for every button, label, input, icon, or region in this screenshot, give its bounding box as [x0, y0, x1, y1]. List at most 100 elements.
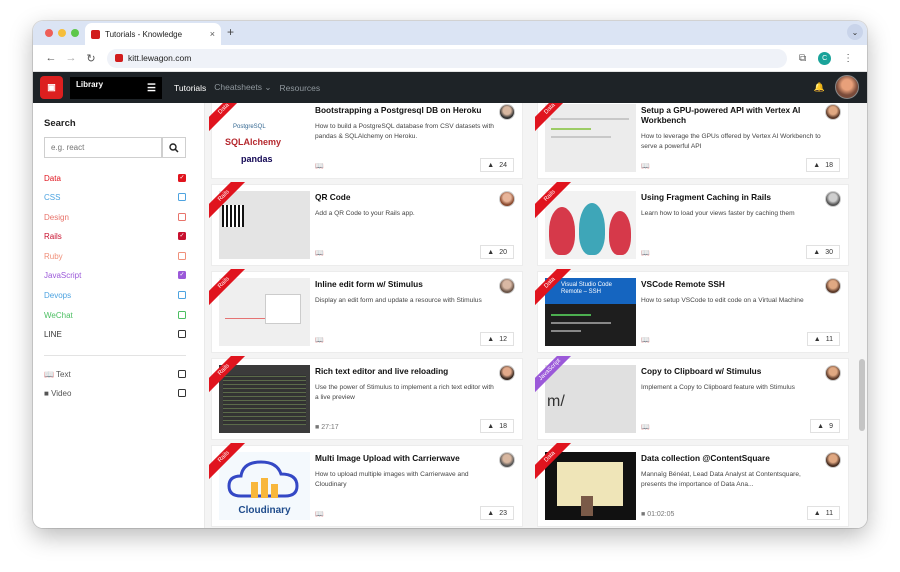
author-avatar[interactable]: [499, 452, 515, 468]
filter-video-media[interactable]: ■ Video: [44, 386, 186, 400]
user-avatar[interactable]: [835, 75, 859, 99]
filter-checkbox[interactable]: [178, 213, 186, 221]
filter-javascript[interactable]: JavaScript ✓: [44, 268, 186, 282]
card-title[interactable]: Inline edit form w/ Stimulus: [315, 279, 490, 289]
hamburger-menu-icon[interactable]: ☰: [147, 83, 156, 94]
author-avatar[interactable]: [825, 104, 841, 120]
card-title[interactable]: Rich text editor and live reloading: [315, 366, 490, 376]
author-avatar[interactable]: [499, 104, 515, 120]
upvote-button[interactable]: ▲ 18: [806, 158, 840, 172]
tutorial-card[interactable]: Data PostgreSQL SQLAlchemy pandas Bootst…: [209, 103, 522, 178]
card-title[interactable]: Data collection @ContentSquare: [641, 453, 816, 463]
profile-avatar[interactable]: C: [818, 51, 832, 65]
search-input[interactable]: [44, 137, 162, 158]
filter-devops[interactable]: Devops: [44, 288, 186, 302]
upvote-arrow-icon: ▲: [487, 161, 495, 169]
filter-data[interactable]: Data ✓: [44, 171, 186, 185]
card-title[interactable]: Multi Image Upload with Carrierwave: [315, 453, 490, 463]
media-checkbox[interactable]: [178, 370, 186, 378]
tutorial-card[interactable]: Data Visual Studio Code Remote – SSH VSC…: [535, 269, 848, 352]
tutorial-card[interactable]: Rails QR Code Add a QR Code to your Rail…: [209, 182, 522, 265]
tutorial-card[interactable]: Rails Using Fragment Caching in Rails Le…: [535, 182, 848, 265]
author-avatar[interactable]: [825, 365, 841, 381]
duration-text: 01:02:05: [647, 511, 675, 518]
filter-line[interactable]: LINE: [44, 327, 186, 341]
browser-tab[interactable]: Tutorials - Knowledge ×: [85, 23, 221, 45]
tutorial-card[interactable]: Rails Rich text editor and live reloadin…: [209, 356, 522, 439]
library-switcher[interactable]: Library ☰: [70, 76, 162, 99]
author-avatar[interactable]: [825, 278, 841, 294]
notification-bell-icon[interactable]: 🔔: [814, 82, 825, 93]
upvote-button[interactable]: ▲ 24: [480, 158, 514, 172]
upvote-button[interactable]: ▲ 11: [806, 332, 840, 346]
upvote-button[interactable]: ▲ 11: [806, 506, 840, 520]
author-avatar[interactable]: [499, 278, 515, 294]
tutorial-card[interactable]: Data Data collection @ContentSquare Mann…: [535, 443, 848, 526]
upvote-button[interactable]: ▲ 9: [810, 419, 840, 433]
video-camera-icon: ■: [641, 511, 646, 518]
filter-checkbox[interactable]: [178, 330, 186, 338]
tutorial-card[interactable]: JavaScript m/ Copy to Clipboard w/ Stimu…: [535, 356, 848, 439]
close-window-button[interactable]: [45, 29, 53, 37]
scrollbar-thumb[interactable]: [859, 359, 865, 431]
new-tab-button[interactable]: +: [227, 25, 234, 39]
tutorial-card[interactable]: Rails Inline edit form w/ Stimulus Displ…: [209, 269, 522, 352]
filter-ruby[interactable]: Ruby: [44, 249, 186, 263]
minimize-window-button[interactable]: [58, 29, 66, 37]
filter-css[interactable]: CSS: [44, 190, 186, 204]
filter-checkbox[interactable]: ✓: [178, 174, 186, 182]
text-type-icon: 📖: [315, 250, 324, 257]
reload-icon[interactable]: ↻: [81, 52, 101, 65]
media-checkbox[interactable]: [178, 389, 186, 397]
upvote-arrow-icon: ▲: [813, 509, 821, 517]
lewagon-logo-icon[interactable]: ▣: [40, 76, 63, 99]
author-avatar[interactable]: [825, 191, 841, 207]
filter-text-media[interactable]: 📖 Text: [44, 367, 186, 381]
upvote-button[interactable]: ▲ 20: [480, 245, 514, 259]
upvote-button[interactable]: ▲ 30: [806, 245, 840, 259]
card-title[interactable]: VSCode Remote SSH: [641, 279, 816, 289]
author-avatar[interactable]: [499, 191, 515, 207]
upvote-count: 30: [825, 248, 833, 256]
filter-checkbox[interactable]: [178, 252, 186, 260]
filter-checkbox[interactable]: [178, 291, 186, 299]
filter-checkbox[interactable]: ✓: [178, 271, 186, 279]
site-favicon-icon: [115, 54, 123, 62]
forward-arrow-icon[interactable]: →: [61, 52, 81, 64]
address-bar[interactable]: kitt.lewagon.com: [107, 48, 787, 68]
tab-close-icon[interactable]: ×: [210, 29, 215, 39]
upvote-button[interactable]: ▲ 23: [480, 506, 514, 520]
nav-cheatsheets-link[interactable]: Cheatsheets ⌄: [214, 82, 271, 93]
magnifier-icon: [169, 142, 179, 153]
tag-label: Rails: [535, 182, 575, 222]
filter-rails[interactable]: Rails ✓: [44, 229, 186, 243]
author-avatar[interactable]: [825, 452, 841, 468]
filter-checkbox[interactable]: ✓: [178, 232, 186, 240]
filter-checkbox[interactable]: [178, 193, 186, 201]
author-avatar[interactable]: [499, 365, 515, 381]
card-title[interactable]: Copy to Clipboard w/ Stimulus: [641, 366, 816, 376]
upvote-count: 11: [825, 335, 833, 343]
browser-menu-icon[interactable]: ⋮: [843, 53, 853, 64]
filter-checkbox[interactable]: [178, 311, 186, 319]
duration-text: 27:17: [321, 424, 339, 431]
tab-search-button[interactable]: ⌄: [847, 24, 863, 40]
card-title[interactable]: Bootstrapping a Postgresql DB on Heroku: [315, 105, 490, 115]
upvote-button[interactable]: ▲ 18: [480, 419, 514, 433]
upvote-button[interactable]: ▲ 12: [480, 332, 514, 346]
nav-resources-link[interactable]: Resources: [280, 83, 321, 93]
card-title[interactable]: Setup a GPU-powered API with Vertex AI W…: [641, 105, 816, 125]
extensions-puzzle-icon[interactable]: ⧉: [799, 53, 806, 64]
filter-wechat[interactable]: WeChat: [44, 308, 186, 322]
tutorial-card[interactable]: Data Setup a GPU-powered API with Vertex…: [535, 103, 848, 178]
tutorial-card[interactable]: Rails Cloudinary Multi Image Upload with…: [209, 443, 522, 526]
card-title[interactable]: QR Code: [315, 192, 490, 202]
search-button[interactable]: [162, 137, 186, 158]
filter-design[interactable]: Design: [44, 210, 186, 224]
tag-label: Data: [535, 103, 575, 135]
back-arrow-icon[interactable]: ←: [41, 52, 61, 64]
filter-label: WeChat: [44, 310, 73, 320]
nav-tutorials-link[interactable]: Tutorials: [174, 83, 206, 93]
card-title[interactable]: Using Fragment Caching in Rails: [641, 192, 816, 202]
maximize-window-button[interactable]: [71, 29, 79, 37]
